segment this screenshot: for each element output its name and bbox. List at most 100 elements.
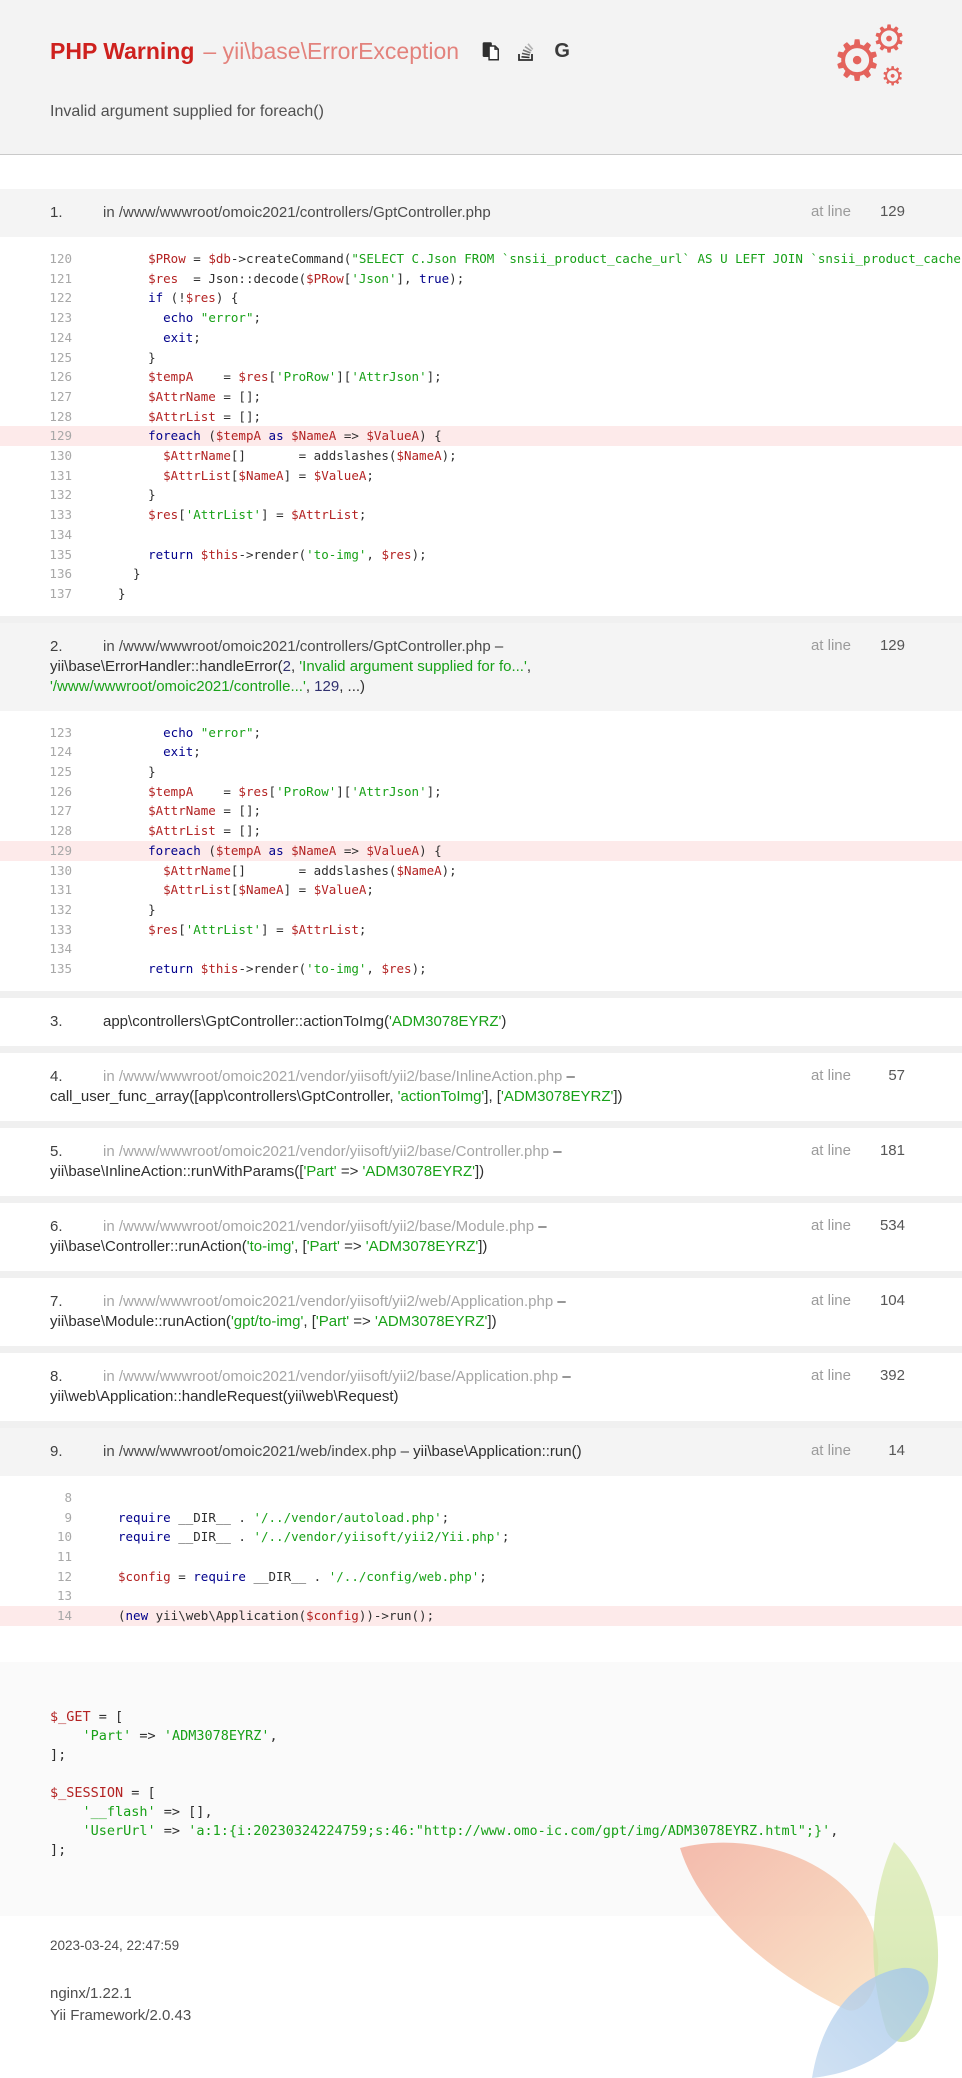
stack-frame-header[interactable]: 7. in /www/wwwroot/omoic2021/vendor/yiiso… [0, 1277, 962, 1346]
code-token: if [118, 290, 164, 306]
code-token: '__flash' [82, 1803, 156, 1820]
code-token: $tempA [118, 369, 194, 385]
at-line: at line 534 [811, 1217, 905, 1234]
code-token: $AttrName [118, 388, 216, 404]
code-token: 'Part' [306, 1237, 340, 1255]
stack-frame-header[interactable]: 4. in /www/wwwroot/omoic2021/vendor/yiiso… [0, 1052, 962, 1121]
code-token: ], [ [484, 1087, 501, 1105]
code-token: } [118, 764, 156, 780]
line-number: 8 [64, 1489, 72, 1505]
code-line: 13 [0, 1586, 962, 1606]
header-icons: G [479, 40, 573, 62]
line-number: 120 [49, 251, 72, 266]
code-token: 'Part' [82, 1727, 132, 1744]
code-token: => [], [155, 1803, 213, 1820]
code-token: => [336, 842, 367, 858]
code-text: $AttrName = []; [72, 389, 261, 404]
code-token: ; [193, 744, 201, 760]
code-token: $res [118, 270, 179, 286]
code-token: [] = addslashes( [230, 448, 397, 464]
stack-frame-header[interactable]: 3. app\controllers\GptController::actionT… [0, 997, 962, 1046]
code-token: ]) [487, 1312, 497, 1330]
line-number: 132 [49, 487, 72, 503]
code-token: app\controllers\GptController::actionToI… [103, 1012, 389, 1030]
stack-frame-header[interactable]: 2. in /www/wwwroot/omoic2021/controllers/… [0, 622, 962, 711]
stack-frame-header[interactable]: 8. in /www/wwwroot/omoic2021/vendor/yiiso… [0, 1352, 962, 1421]
google-icon[interactable]: G [551, 40, 573, 62]
code-token: ->createCommand( [230, 251, 352, 266]
code-text: require __DIR__ . '/../vendor/yiisoft/yi… [72, 1529, 509, 1544]
code-token: ); [411, 961, 427, 977]
code-token: , [305, 677, 315, 695]
stack-divider [0, 1270, 962, 1278]
request-code-line: $_GET = [ [50, 1708, 912, 1727]
at-line-number: 181 [879, 1141, 905, 1159]
code-line: 136 } [0, 564, 962, 584]
error-type: PHP Warning [50, 37, 195, 64]
code-token: ] = [283, 882, 314, 898]
code-token: require [118, 1529, 171, 1545]
code-text: $PRow = $db->createCommand("SELECT C.Jso… [72, 251, 962, 266]
yii-logo: ⚙ ⚙ ⚙ [832, 20, 906, 94]
code-token: '/../vendor/yiisoft/yii2/Yii.php' [253, 1529, 502, 1545]
stackoverflow-icon[interactable] [515, 40, 537, 62]
code-text: echo "error"; [72, 310, 261, 325]
code-token: ; [358, 921, 367, 937]
code-token: } [118, 901, 156, 917]
code-token: 'a:1:{i:20230324224759;s:46:"http://www.… [188, 1822, 831, 1839]
line-number: 136 [49, 566, 72, 582]
frame-description: 4. in /www/wwwroot/omoic2021/vendor/yiiso… [50, 1067, 715, 1107]
request-code-line [50, 1765, 912, 1784]
stack-frame-header[interactable]: 1. in /www/wwwroot/omoic2021/controllers/… [0, 189, 962, 237]
frame-index: 7. [50, 1292, 63, 1310]
timestamp: 2023-03-24, 22:47:59 [50, 1938, 180, 1953]
code-text: $tempA = $res['ProRow']['AttrJson']; [72, 369, 442, 384]
gear-icon: ⚙ [881, 62, 905, 92]
stack-frame-header[interactable]: 6. in /www/wwwroot/omoic2021/vendor/yiiso… [0, 1202, 962, 1271]
code-token: ))->run(); [358, 1608, 435, 1624]
code-token: $AttrName [118, 448, 231, 464]
code-token: (! [163, 290, 186, 306]
stack-divider [0, 990, 962, 998]
code-token: ] = [283, 467, 314, 483]
code-token: 'AttrList' [185, 507, 262, 523]
at-line: at line 104 [811, 1292, 905, 1309]
request-code-line: $_SESSION = [ [50, 1784, 912, 1803]
code-token: => [131, 1727, 164, 1744]
code-token: $AttrList [291, 507, 359, 523]
stack-frame-header[interactable]: 5. in /www/wwwroot/omoic2021/vendor/yiiso… [0, 1127, 962, 1196]
code-token: = [170, 1568, 194, 1584]
line-number: 130 [49, 862, 72, 878]
code-text: } [72, 350, 156, 365]
code-token: yii\web\Application( [148, 1608, 307, 1624]
line-number: 134 [49, 526, 72, 542]
code-token: ->render( [238, 961, 307, 977]
code-text: require __DIR__ . '/../vendor/autoload.p… [72, 1510, 449, 1525]
code-line: 9 require __DIR__ . '/../vendor/autoload.… [0, 1508, 962, 1528]
copy-icon[interactable] [479, 40, 501, 62]
error-code-line: 14 (new yii\web\Application($config))->ru… [0, 1606, 962, 1626]
code-text: } [72, 566, 141, 581]
code-text: } [72, 902, 156, 917]
line-number: 9 [64, 1509, 72, 1525]
line-number: 125 [49, 349, 72, 365]
stack-frame: 1. in /www/wwwroot/omoic2021/controllers/… [0, 189, 962, 616]
code-token: = [193, 783, 239, 799]
code-token: $NameA [238, 467, 284, 483]
code-token: ( [200, 428, 216, 444]
code-token: $_GET [50, 1708, 91, 1725]
code-token: , [830, 1822, 839, 1839]
stack-divider [0, 1120, 962, 1128]
code-token: ) [501, 1012, 507, 1030]
gear-icon: ⚙ [872, 17, 907, 61]
code-token: [ [178, 507, 186, 523]
stack-frame-header[interactable]: 9. in /www/wwwroot/omoic2021/web/index.ph… [0, 1427, 962, 1476]
code-token: ][ [336, 369, 352, 385]
code-text: $res['AttrList'] = $AttrList; [72, 507, 366, 522]
request-code-line: 'Part' => 'ADM3078EYRZ', [50, 1727, 912, 1746]
